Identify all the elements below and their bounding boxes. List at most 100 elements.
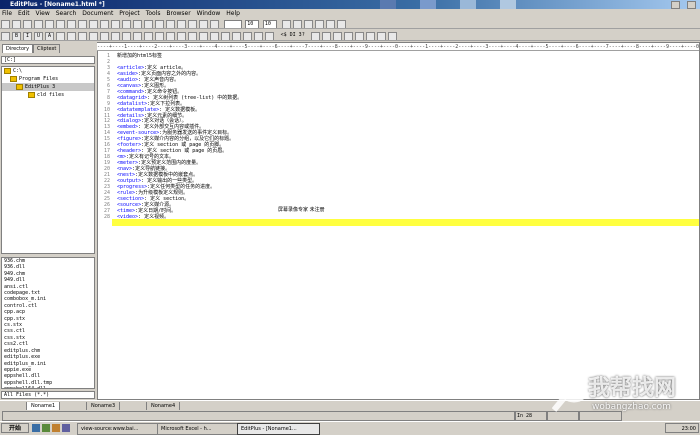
- tree-node[interactable]: C:\: [2, 67, 94, 75]
- extra-f-icon[interactable]: [366, 32, 376, 40]
- color-icon[interactable]: [199, 32, 208, 40]
- style-icon[interactable]: [232, 32, 241, 40]
- link-icon[interactable]: [111, 32, 120, 40]
- anchor-icon[interactable]: [122, 32, 131, 40]
- toggle-f-icon[interactable]: [336, 20, 346, 28]
- toggle-a-icon[interactable]: [281, 20, 291, 28]
- find-next-icon[interactable]: [144, 20, 153, 28]
- image-icon[interactable]: [100, 32, 109, 40]
- open-file-icon[interactable]: [12, 20, 21, 28]
- menu-file[interactable]: File: [0, 10, 14, 17]
- replace-icon[interactable]: [133, 20, 142, 28]
- extra-c-icon[interactable]: [333, 32, 343, 40]
- word-wrap-icon[interactable]: [166, 20, 175, 28]
- recorder-overlay-text: 屏幕录像专家 未注册: [278, 207, 325, 213]
- menu-edit[interactable]: Edit: [16, 10, 32, 17]
- close-button[interactable]: [687, 1, 696, 9]
- browser-icon[interactable]: [177, 20, 186, 28]
- space-icon[interactable]: [78, 32, 87, 40]
- minimize-button[interactable]: [671, 1, 680, 9]
- form-icon[interactable]: [155, 32, 164, 40]
- span-icon[interactable]: [254, 32, 263, 40]
- task-editplus[interactable]: EditPlus - [Noname1...: [237, 423, 320, 435]
- line-number-icon[interactable]: [199, 20, 208, 28]
- html-tag-icon[interactable]: [1, 32, 10, 40]
- paragraph-icon[interactable]: [56, 32, 65, 40]
- quicklaunch-desktop-icon[interactable]: [42, 424, 50, 432]
- quicklaunch-media-icon[interactable]: [52, 424, 60, 432]
- tab-cliptext[interactable]: Cliptext: [33, 44, 61, 53]
- list-icon[interactable]: [144, 32, 153, 40]
- menu-document[interactable]: Document: [80, 10, 115, 17]
- tab-directory[interactable]: Directory: [2, 44, 34, 53]
- script-icon[interactable]: [221, 32, 230, 40]
- char-icon[interactable]: [210, 32, 219, 40]
- cut-icon[interactable]: [67, 20, 76, 28]
- paste-icon[interactable]: [89, 20, 98, 28]
- menu-help[interactable]: Help: [224, 10, 242, 17]
- file-list-item[interactable]: eppshell64.dll: [4, 386, 94, 388]
- settings-icon[interactable]: [210, 20, 219, 28]
- html-tag: <video>: [117, 213, 139, 220]
- html-toolbar: BIUA <$ DI 3?: [0, 30, 700, 41]
- input-icon[interactable]: [166, 32, 175, 40]
- line-label: <$ DI 3?: [280, 32, 305, 38]
- toggle-e-icon[interactable]: [325, 20, 335, 28]
- ruler-icon[interactable]: [188, 20, 197, 28]
- redo-icon[interactable]: [111, 20, 120, 28]
- font-size-field-2[interactable]: 10: [262, 20, 277, 28]
- drive-select[interactable]: [C:]: [1, 56, 95, 64]
- toggle-c-icon[interactable]: [303, 20, 313, 28]
- italic-icon[interactable]: I: [23, 32, 32, 40]
- save-all-icon[interactable]: [34, 20, 43, 28]
- undo-icon[interactable]: [100, 20, 109, 28]
- select-icon[interactable]: [177, 32, 186, 40]
- print-preview-icon[interactable]: [56, 20, 65, 28]
- start-button[interactable]: 开始: [1, 423, 29, 433]
- line-number-gutter: 1 2 3 4 5 6 7 8 9 10 11 12 13 14 15 16 17 18 19 20 21 22 23 24 2…: [98, 52, 112, 399]
- extra-b-icon[interactable]: [322, 32, 332, 40]
- save-icon[interactable]: [23, 20, 32, 28]
- find-icon[interactable]: [122, 20, 131, 28]
- print-icon[interactable]: [45, 20, 54, 28]
- menu-search[interactable]: Search: [54, 10, 79, 17]
- file-list[interactable]: 936.chm 936.dll 949.chm 949.dll ansi.ctl code…: [1, 257, 95, 389]
- code-line[interactable]: <video>: 定义视频。: [117, 213, 169, 220]
- tree-node[interactable]: cld files: [2, 91, 94, 99]
- menu-browser[interactable]: Browser: [164, 10, 192, 17]
- code-line[interactable]: 新增加的html5标签: [117, 53, 162, 59]
- toggle-d-icon[interactable]: [314, 20, 324, 28]
- extra-h-icon[interactable]: [388, 32, 398, 40]
- task-excel[interactable]: Microsoft Excel - h...: [157, 423, 240, 435]
- extra-g-icon[interactable]: [377, 32, 387, 40]
- directory-tree[interactable]: C:\ Program Files EditPlus 3 cld files: [1, 66, 95, 254]
- div-icon[interactable]: [243, 32, 252, 40]
- underline-icon[interactable]: U: [34, 32, 43, 40]
- menu-window[interactable]: Window: [195, 10, 223, 17]
- break-icon[interactable]: [67, 32, 76, 40]
- task-browser[interactable]: view-source:www.bai...: [77, 423, 160, 435]
- extra-d-icon[interactable]: [344, 32, 354, 40]
- font-name-field[interactable]: [223, 20, 242, 28]
- quicklaunch-ie-icon[interactable]: [32, 424, 40, 432]
- file-filter-select[interactable]: All Files (*.*): [1, 391, 95, 399]
- font-size-field[interactable]: 10: [245, 20, 260, 28]
- table-icon[interactable]: [133, 32, 142, 40]
- font-icon[interactable]: A: [45, 32, 54, 40]
- menu-tools[interactable]: Tools: [144, 10, 163, 17]
- tree-node[interactable]: Program Files: [2, 75, 94, 83]
- bold-icon[interactable]: B: [12, 32, 21, 40]
- extra-a-icon[interactable]: [311, 32, 321, 40]
- goto-icon[interactable]: [155, 20, 164, 28]
- tree-node-selected[interactable]: EditPlus 3: [2, 83, 94, 91]
- textarea-icon[interactable]: [188, 32, 197, 40]
- toggle-b-icon[interactable]: [292, 20, 302, 28]
- quicklaunch-app-icon[interactable]: [62, 424, 70, 432]
- extra-e-icon[interactable]: [355, 32, 365, 40]
- menu-view[interactable]: View: [34, 10, 52, 17]
- menu-project[interactable]: Project: [117, 10, 142, 17]
- copy-icon[interactable]: [78, 20, 87, 28]
- preview-icon[interactable]: [265, 32, 274, 40]
- comment-icon[interactable]: [89, 32, 98, 40]
- new-file-icon[interactable]: [1, 20, 10, 28]
